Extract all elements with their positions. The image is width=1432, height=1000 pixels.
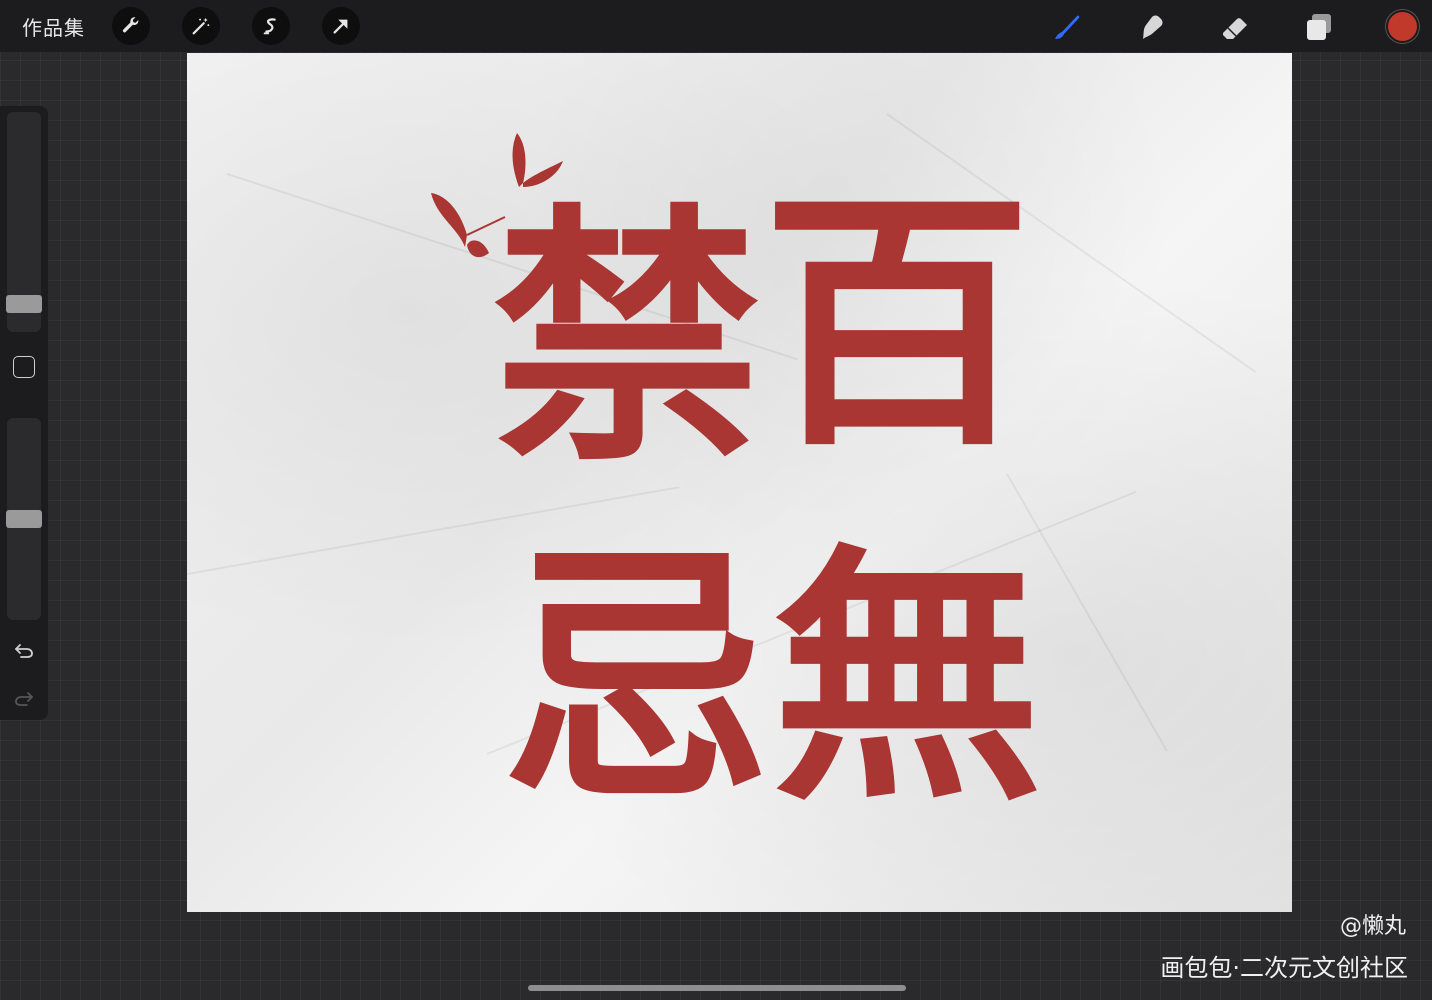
- layers-icon: [1307, 14, 1331, 40]
- brush-tool-button[interactable]: [1050, 10, 1084, 44]
- selection-button[interactable]: [252, 7, 290, 45]
- character-wu: 無: [772, 519, 1042, 837]
- layers-button[interactable]: [1302, 10, 1336, 44]
- selection-icon: [263, 18, 276, 35]
- brush-size-slider[interactable]: [6, 112, 42, 332]
- undo-icon: [15, 644, 33, 658]
- author-watermark: @懒丸: [1339, 914, 1406, 939]
- character-jin: 禁: [492, 179, 762, 497]
- character-bai: 百: [762, 164, 1032, 482]
- opacity-thumb[interactable]: [6, 510, 42, 528]
- smudge-icon: [1143, 15, 1163, 39]
- color-picker-button[interactable]: [1386, 10, 1419, 43]
- gallery-button[interactable]: 作品集: [22, 12, 85, 41]
- eraser-icon: [1223, 18, 1247, 39]
- adjustments-button[interactable]: [182, 7, 220, 45]
- actions-button[interactable]: [112, 7, 150, 45]
- home-indicator[interactable]: [528, 985, 906, 991]
- magic-wand-icon: [192, 17, 210, 35]
- transform-button[interactable]: [322, 7, 360, 45]
- wrench-icon: [122, 17, 139, 33]
- eraser-tool-button[interactable]: [1218, 10, 1252, 44]
- top-toolbar: 作品集: [0, 0, 1432, 52]
- redo-icon: [15, 692, 33, 706]
- redo-button[interactable]: [12, 686, 36, 710]
- undo-button[interactable]: [12, 638, 36, 662]
- drawing-canvas[interactable]: 禁 百 忌 無: [187, 53, 1292, 912]
- character-ji: 忌: [502, 519, 772, 837]
- left-sidebar: [0, 106, 48, 720]
- brush-size-thumb[interactable]: [6, 295, 42, 313]
- opacity-slider[interactable]: [6, 418, 42, 620]
- modify-button[interactable]: [13, 356, 35, 378]
- transform-arrow-icon: [333, 19, 348, 34]
- smudge-tool-button[interactable]: [1134, 10, 1168, 44]
- brush-icon: [1055, 15, 1080, 39]
- site-watermark: 画包包·二次元文创社区: [1160, 954, 1408, 982]
